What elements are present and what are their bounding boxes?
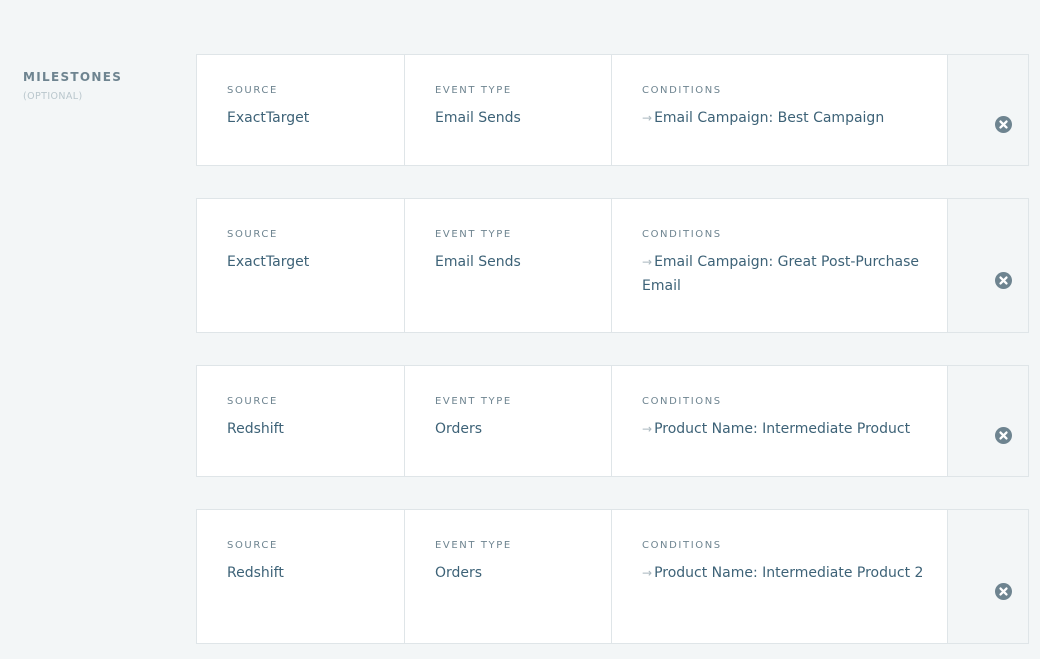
event-type-column: EVENT TYPE Email Sends [405,55,612,165]
event-type-label: EVENT TYPE [435,540,512,551]
condition-text: Email Campaign: Best Campaign [654,110,885,126]
condition-value[interactable]: → Product Name: Intermediate Product 2 [642,561,925,585]
source-column: SOURCE ExactTarget [197,199,405,332]
condition-value[interactable]: → Email Campaign: Great Post-Purchase Ema… [642,250,925,298]
arrow-right-icon: → [642,566,653,580]
source-label: SOURCE [227,85,278,96]
conditions-column: CONDITIONS → Product Name: Intermediate P… [612,366,948,476]
conditions-label: CONDITIONS [642,85,722,96]
event-type-label: EVENT TYPE [435,396,512,407]
source-value[interactable]: ExactTarget [227,250,404,274]
section-title: MILESTONES [23,70,123,84]
close-circle-icon [994,582,1012,600]
conditions-label: CONDITIONS [642,540,722,551]
milestone-card: SOURCE ExactTarget EVENT TYPE Email Send… [196,54,1029,166]
conditions-label: CONDITIONS [642,229,722,240]
milestones-page: MILESTONES (OPTIONAL) SOURCE ExactTarget… [0,0,1040,659]
conditions-column: CONDITIONS → Email Campaign: Great Post-P… [612,199,948,332]
source-label: SOURCE [227,229,278,240]
source-label: SOURCE [227,396,278,407]
source-column: SOURCE ExactTarget [197,55,405,165]
arrow-right-icon: → [642,422,653,436]
remove-milestone-button[interactable] [948,366,1028,476]
milestone-card: SOURCE Redshift EVENT TYPE Orders CONDIT… [196,509,1029,644]
section-subtitle: (OPTIONAL) [23,91,83,102]
event-type-column: EVENT TYPE Orders [405,366,612,476]
event-type-column: EVENT TYPE Email Sends [405,199,612,332]
milestone-card: SOURCE ExactTarget EVENT TYPE Email Send… [196,198,1029,333]
arrow-right-icon: → [642,255,653,269]
source-value[interactable]: Redshift [227,561,404,585]
condition-text: Product Name: Intermediate Product 2 [654,565,924,581]
event-type-value[interactable]: Email Sends [435,106,611,130]
event-type-value[interactable]: Orders [435,417,611,441]
source-value[interactable]: Redshift [227,417,404,441]
condition-text: Email Campaign: Great Post-Purchase Emai… [642,254,919,294]
conditions-column: CONDITIONS → Email Campaign: Best Campaig… [612,55,948,165]
remove-milestone-button[interactable] [948,199,1028,332]
source-value[interactable]: ExactTarget [227,106,404,130]
event-type-column: EVENT TYPE Orders [405,510,612,643]
event-type-label: EVENT TYPE [435,85,512,96]
milestones-section-label: MILESTONES (OPTIONAL) [23,69,122,103]
arrow-right-icon: → [642,111,653,125]
remove-milestone-button[interactable] [948,510,1028,643]
close-circle-icon [994,271,1012,289]
milestone-card: SOURCE Redshift EVENT TYPE Orders CONDIT… [196,365,1029,477]
source-label: SOURCE [227,540,278,551]
event-type-label: EVENT TYPE [435,229,512,240]
source-column: SOURCE Redshift [197,510,405,643]
conditions-label: CONDITIONS [642,396,722,407]
condition-value[interactable]: → Product Name: Intermediate Product [642,417,925,441]
close-circle-icon [994,427,1012,444]
remove-milestone-button[interactable] [948,55,1028,165]
event-type-value[interactable]: Orders [435,561,611,585]
condition-value[interactable]: → Email Campaign: Best Campaign [642,106,925,130]
source-column: SOURCE Redshift [197,366,405,476]
close-circle-icon [994,116,1012,133]
conditions-column: CONDITIONS → Product Name: Intermediate P… [612,510,948,643]
condition-text: Product Name: Intermediate Product [654,421,911,437]
event-type-value[interactable]: Email Sends [435,250,611,274]
